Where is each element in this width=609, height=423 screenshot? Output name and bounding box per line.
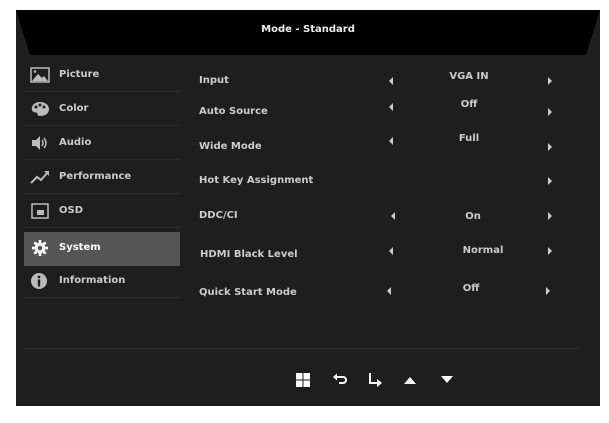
- setting-value: Full: [458, 133, 480, 144]
- setting-value: Off: [462, 283, 480, 294]
- gear-icon: [32, 240, 48, 256]
- sidebar-item-label: Audio: [59, 137, 92, 148]
- picture-icon: [30, 67, 50, 83]
- setting-label: Hot Key Assignment: [199, 175, 314, 186]
- divider: [24, 348, 580, 349]
- header: Mode - Standard: [16, 10, 600, 55]
- setting-label: Input: [199, 75, 229, 86]
- left-arrow-icon[interactable]: [391, 212, 395, 220]
- setting-quick-start-mode[interactable]: Quick Start Mode Off: [199, 283, 579, 304]
- right-arrow-icon[interactable]: [546, 287, 550, 295]
- osd-panel: Mode - Standard Picture Color Audio Perf…: [16, 10, 600, 406]
- setting-label: Auto Source: [199, 106, 268, 117]
- setting-value: Normal: [462, 245, 504, 256]
- left-arrow-icon[interactable]: [389, 247, 393, 255]
- sidebar-item-information[interactable]: Information: [24, 266, 180, 298]
- right-arrow-icon[interactable]: [548, 77, 552, 85]
- page-title: Mode - Standard: [261, 24, 355, 35]
- setting-value: VGA IN: [449, 71, 489, 82]
- left-arrow-icon[interactable]: [387, 287, 391, 295]
- setting-hot-key-assignment[interactable]: Hot Key Assignment: [199, 172, 579, 192]
- right-arrow-icon[interactable]: [548, 212, 552, 220]
- left-arrow-icon[interactable]: [389, 103, 393, 111]
- sidebar-item-color[interactable]: Color: [24, 94, 180, 126]
- sidebar-item-audio[interactable]: Audio: [24, 128, 180, 160]
- down-icon[interactable]: [439, 372, 455, 388]
- sidebar-item-picture[interactable]: Picture: [24, 60, 180, 92]
- right-arrow-icon[interactable]: [548, 108, 552, 116]
- setting-auto-source[interactable]: Auto Source Off: [199, 99, 579, 123]
- info-icon: [31, 273, 47, 289]
- setting-label: Quick Start Mode: [199, 287, 297, 298]
- sidebar-item-performance[interactable]: Performance: [24, 162, 180, 194]
- sidebar-item-label: Performance: [59, 171, 132, 182]
- sidebar-item-label: Picture: [59, 69, 100, 80]
- setting-value: On: [465, 211, 481, 222]
- enter-icon[interactable]: [367, 372, 383, 388]
- left-arrow-icon[interactable]: [389, 137, 393, 145]
- trend-icon: [30, 171, 49, 184]
- setting-label: DDC/CI: [199, 210, 238, 221]
- setting-ddc-ci[interactable]: DDC/CI On: [199, 207, 579, 227]
- setting-label: HDMI Black Level: [200, 249, 298, 260]
- setting-hdmi-black-level[interactable]: HDMI Black Level Normal: [199, 245, 579, 266]
- sidebar-item-label: Information: [59, 275, 126, 286]
- sidebar-item-label: OSD: [59, 205, 84, 216]
- right-arrow-icon[interactable]: [548, 247, 552, 255]
- speaker-icon: [32, 136, 47, 150]
- sidebar-item-label: Color: [59, 103, 89, 114]
- right-arrow-icon[interactable]: [548, 143, 552, 151]
- up-icon[interactable]: [402, 372, 418, 388]
- left-arrow-icon[interactable]: [389, 77, 393, 85]
- sidebar-item-system[interactable]: System: [24, 232, 180, 266]
- back-icon[interactable]: [332, 372, 348, 388]
- sidebar-item-osd[interactable]: OSD: [24, 196, 180, 228]
- setting-input[interactable]: Input VGA IN: [199, 71, 579, 92]
- setting-label: Wide Mode: [199, 141, 262, 152]
- osd-icon: [31, 203, 49, 219]
- setting-value: Off: [460, 99, 478, 110]
- palette-icon: [31, 102, 49, 116]
- setting-wide-mode[interactable]: Wide Mode Full: [199, 133, 579, 158]
- right-arrow-icon[interactable]: [548, 177, 552, 185]
- menu-icon[interactable]: [295, 372, 311, 388]
- sidebar-item-label: System: [59, 242, 101, 253]
